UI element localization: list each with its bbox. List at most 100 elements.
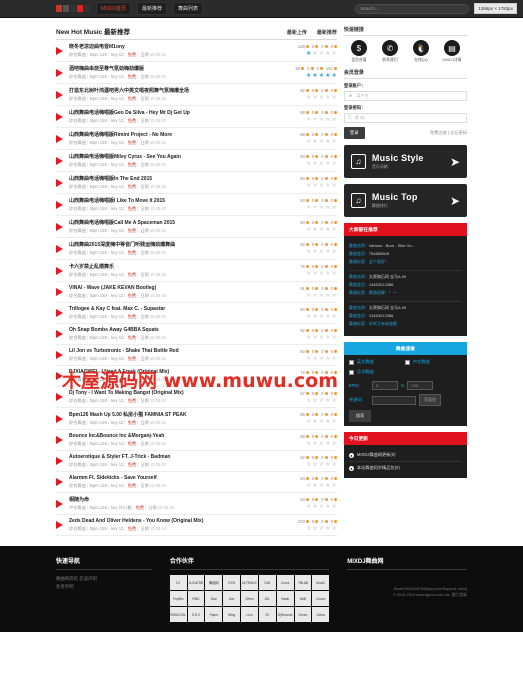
- password-input[interactable]: ⚿ 密 码: [343, 113, 467, 123]
- promo-music-style[interactable]: ♫ Music Style 音乐风格 ➤: [343, 145, 467, 178]
- rating-star[interactable]: ★: [332, 377, 337, 383]
- partner-logo[interactable]: Curve: [276, 575, 294, 590]
- checkbox-icon[interactable]: [348, 369, 354, 375]
- footer-link[interactable]: 恋波声明: [79, 576, 97, 581]
- song-row[interactable]: VINAI - Wave (JAKE KEVAN Bootleg) 综合舞曲| …: [56, 282, 337, 303]
- rating-star[interactable]: ★: [319, 398, 324, 404]
- rating-star[interactable]: ★: [312, 161, 317, 167]
- rating-star[interactable]: ★: [319, 51, 324, 57]
- song-row[interactable]: 山西舞曲电话嗨唱版In The End 2015 综合舞曲| Bpm 128| …: [56, 172, 337, 194]
- rating-star[interactable]: ★: [332, 419, 337, 425]
- rating-star[interactable]: ★: [325, 95, 330, 101]
- play-icon[interactable]: [56, 309, 63, 317]
- play-icon[interactable]: [56, 156, 63, 165]
- partner-logo[interactable]: DTM: [223, 575, 241, 590]
- partner-logo[interactable]: Wing: [223, 607, 241, 622]
- song-row[interactable]: Alarmm Ft. Sidekicks - Save Yourself 综合舞…: [56, 472, 337, 493]
- song-row[interactable]: Zeds Dead And Oliver Heldens - You Know …: [56, 515, 337, 536]
- partner-logo[interactable]: MusiC: [312, 575, 330, 590]
- rating-star[interactable]: ★: [319, 139, 324, 145]
- play-icon[interactable]: [56, 68, 63, 77]
- site-logo[interactable]: [56, 5, 90, 12]
- rating-star[interactable]: ★: [332, 139, 337, 145]
- rating-star[interactable]: ★: [332, 227, 337, 233]
- rating-star[interactable]: ★: [306, 95, 311, 101]
- song-row[interactable]: 山西舞曲2015深度嗨中等音门听贱运嗨劲爆舞曲 综合舞曲| Bpm 128| k…: [56, 238, 337, 260]
- rating-star[interactable]: ★: [325, 314, 330, 320]
- partner-logo[interactable]: Axe: [223, 591, 241, 606]
- quick-link-phone[interactable]: ✆ 联系我们: [377, 40, 403, 63]
- rating-star[interactable]: ★: [306, 51, 311, 57]
- partner-logo[interactable]: Lion: [241, 607, 258, 622]
- song-title[interactable]: 晓冬老凉迈曲电音M1ony: [69, 43, 275, 50]
- rating-star[interactable]: ★: [319, 293, 324, 299]
- partner-logo[interactable]: DJ8: [258, 575, 276, 590]
- rating-star[interactable]: ★: [332, 441, 337, 447]
- rating-star[interactable]: ★: [319, 441, 324, 447]
- song-row[interactable]: Bounce Inc&Bounce Inc &Morganj-Yeah 综合舞曲…: [56, 430, 337, 451]
- rating-star[interactable]: ★: [319, 483, 324, 489]
- play-icon[interactable]: [56, 222, 63, 231]
- recommend-tag-value[interactable]: 好听又有味道哦: [369, 321, 397, 326]
- play-icon[interactable]: [56, 46, 63, 55]
- song-title[interactable]: 山西舞曲电话嗨唱版Rimini Project - No More: [69, 131, 275, 138]
- rating-star[interactable]: ★: [319, 183, 324, 189]
- song-row[interactable]: 相随为命 中文舞曲| Bpm 128| key 孙小春| 免费| 日期 15.0…: [56, 493, 337, 515]
- partner-logo[interactable]: DjRecords: [276, 607, 294, 622]
- rating-star[interactable]: ★: [319, 117, 324, 123]
- song-title[interactable]: Dj Tony - I Want To Making Bangst (Origi…: [69, 390, 275, 396]
- rating-star[interactable]: ★: [325, 377, 330, 383]
- song-title[interactable]: 相随为命: [69, 496, 275, 503]
- rating-star[interactable]: ★: [325, 205, 330, 211]
- rating-star[interactable]: ★: [306, 377, 311, 383]
- song-title[interactable]: Bounce Inc&Bounce Inc &Morganj-Yeah: [69, 433, 275, 439]
- song-title[interactable]: Lil Jon vs Turbotronic - Shake That Bott…: [69, 348, 275, 354]
- rating-star[interactable]: ★: [306, 161, 311, 167]
- play-icon[interactable]: [56, 372, 63, 380]
- song-row[interactable]: 山西舞曲电话嗨唱版Miley Cyrus - See You Again 综合舞…: [56, 150, 337, 172]
- play-icon[interactable]: [56, 436, 63, 444]
- rating-star[interactable]: ★: [332, 73, 337, 79]
- rating-star[interactable]: ★: [325, 462, 330, 468]
- recommend-tag-value[interactable]: 这个很好！: [369, 259, 389, 264]
- login-button[interactable]: 登录: [343, 127, 365, 139]
- rating-star[interactable]: ★: [312, 356, 317, 362]
- forgot-password-link[interactable]: 忘记密码: [450, 130, 467, 135]
- song-row[interactable]: 酒吧嗨曲串烧至尊气氛劲嗨劲爆版 综合舞曲| Bpm 128| key 12| 免…: [56, 62, 337, 84]
- rating-star[interactable]: ★: [319, 462, 324, 468]
- play-icon[interactable]: [56, 112, 63, 121]
- rating-star[interactable]: ★: [325, 161, 330, 167]
- footer-link[interactable]: 免责申明: [56, 584, 74, 589]
- song-title[interactable]: DJXIAOWEI - I Need A Freak (Original Mix…: [69, 369, 275, 375]
- quick-link-info[interactable]: ▤ MIXDJ详情: [439, 40, 465, 63]
- rating-star[interactable]: ★: [306, 356, 311, 362]
- rating-star[interactable]: ★: [306, 249, 311, 255]
- rating-star[interactable]: ★: [312, 335, 317, 341]
- rating-star[interactable]: ★: [312, 419, 317, 425]
- rating-star[interactable]: ★: [306, 526, 311, 532]
- rating-star[interactable]: ★: [312, 314, 317, 320]
- play-icon[interactable]: [56, 351, 63, 359]
- rating-star[interactable]: ★: [306, 205, 311, 211]
- rating-star[interactable]: ★: [325, 51, 330, 57]
- partner-logo[interactable]: Disc: [205, 591, 223, 606]
- rating-star[interactable]: ★: [306, 314, 311, 320]
- rating-star[interactable]: ★: [319, 335, 324, 341]
- rating-star[interactable]: ★: [319, 227, 324, 233]
- quick-link-dollar[interactable]: $ 会员充值: [346, 40, 372, 63]
- rating-star[interactable]: ★: [312, 51, 317, 57]
- song-row[interactable]: DJXIAOWEI - I Need A Freak (Original Mix…: [56, 366, 337, 387]
- song-title[interactable]: Trillogee & Kay C feat. Max C. - Supasta…: [69, 306, 275, 312]
- rating-star[interactable]: ★: [319, 271, 324, 277]
- partner-logo[interactable]: Crown: [312, 591, 330, 606]
- rating-star[interactable]: ★: [312, 398, 317, 404]
- song-row[interactable]: 山西舞曲电话嗨唱版Call Me A Spaceman 2015 综合舞曲| B…: [56, 216, 337, 238]
- partner-logo[interactable]: PopMix: [169, 591, 187, 606]
- play-icon[interactable]: [56, 90, 63, 99]
- rating-star[interactable]: ★: [332, 504, 337, 510]
- rating-star[interactable]: ★: [332, 483, 337, 489]
- rating-star[interactable]: ★: [319, 377, 324, 383]
- rating-star[interactable]: ★: [319, 161, 324, 167]
- rating-star[interactable]: ★: [306, 139, 311, 145]
- song-title[interactable]: 山西舞曲电话嗨唱版Miley Cyrus - See You Again: [69, 153, 275, 160]
